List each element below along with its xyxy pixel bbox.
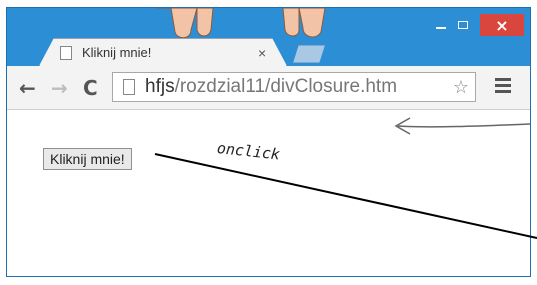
url-path: /rozdzial11/divClosure.htm	[174, 76, 398, 97]
tab-close-icon[interactable]: ×	[258, 45, 272, 61]
back-arrow-icon[interactable]: ←	[19, 78, 36, 98]
page-icon	[60, 45, 72, 60]
page-icon	[123, 79, 135, 95]
menu-icon[interactable]	[495, 78, 511, 96]
close-icon: ×	[495, 15, 509, 35]
window-controls: ×	[436, 14, 524, 36]
url-text[interactable]: hfjs/rozdzial11/divClosure.htm	[145, 76, 453, 98]
browser-window: × Kliknij mnie! × ← → C hfjs/rozdzial11/…	[6, 7, 531, 277]
hands-illustration	[157, 8, 326, 38]
kliknij-mnie-button[interactable]: Kliknij mnie!	[43, 148, 132, 170]
url-host: hfjs	[145, 76, 175, 97]
forward-arrow-icon[interactable]: →	[51, 78, 68, 98]
reload-icon[interactable]: C	[83, 78, 98, 98]
tab-active[interactable]: Kliknij mnie! ×	[39, 38, 287, 66]
star-icon[interactable]: ☆	[453, 77, 469, 98]
tab-title: Kliknij mnie!	[82, 45, 152, 60]
new-tab-button[interactable]	[293, 45, 325, 63]
minimize-icon[interactable]	[436, 27, 446, 29]
browser-toolbar: ← → C hfjs/rozdzial11/divClosure.htm ☆	[7, 66, 530, 110]
maximize-icon[interactable]	[458, 21, 468, 29]
page-content	[7, 110, 530, 276]
address-bar[interactable]: hfjs/rozdzial11/divClosure.htm ☆	[112, 72, 476, 102]
close-window-button[interactable]: ×	[480, 14, 524, 36]
